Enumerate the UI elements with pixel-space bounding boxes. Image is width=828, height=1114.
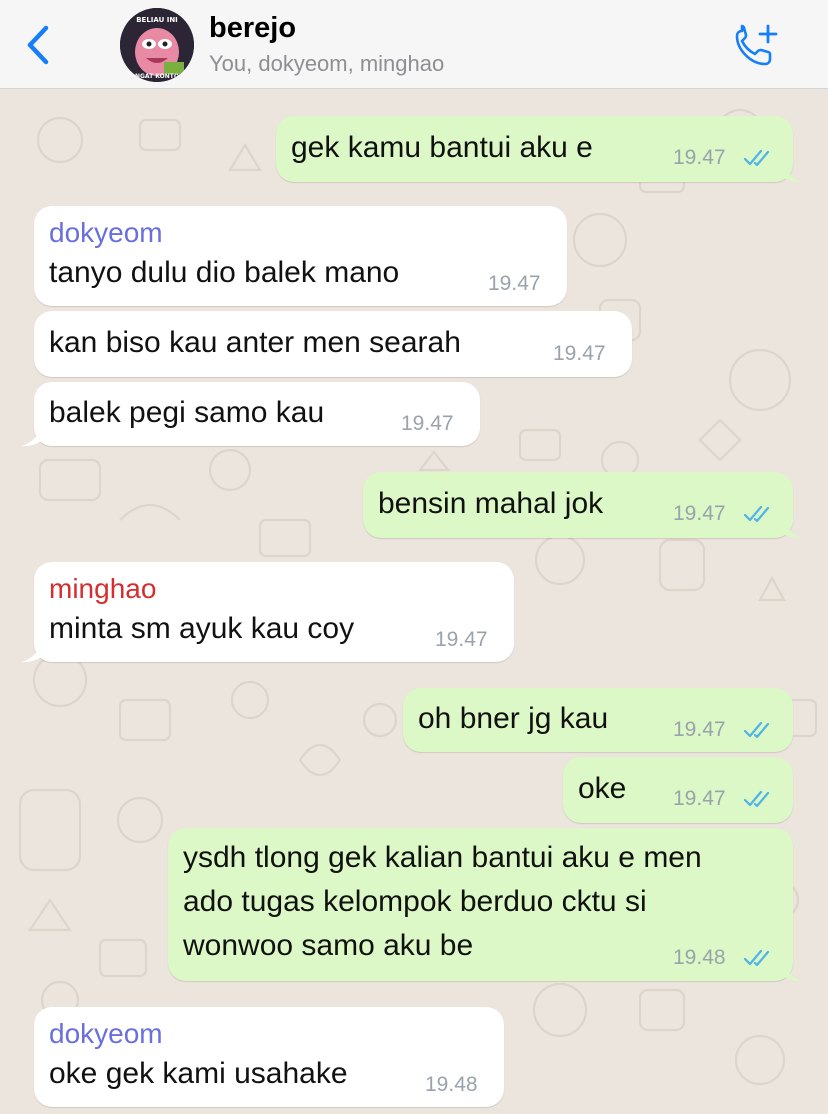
sender-name[interactable]: minghao [49,573,156,605]
message-text-line: ysdh tlong gek kalian bantui aku e men [183,841,702,874]
double-check-icon [743,505,770,523]
message-list[interactable]: gek kamu bantui aku e 19.47 dokyeom tany… [0,89,828,1114]
message-time: 19.47 [401,412,454,435]
sender-name[interactable]: dokyeom [49,217,163,249]
bubble-tail [782,518,802,538]
message-text: tanyo dulu dio balek mano [49,256,400,289]
message-bubble-incoming[interactable]: minghao minta sm ayuk kau coy 19.47 [22,562,514,662]
message-bubble-outgoing[interactable]: oke 19.47 [563,757,793,823]
message-text: gek kamu bantui aku e [291,131,593,164]
avatar-image: BELIAU INI NGAT KONTO [120,8,194,82]
message-time: 19.47 [673,718,726,741]
bubble-tail [782,961,802,981]
message-time: 19.48 [673,946,726,969]
bubble-tail [22,426,42,446]
chat-header: BELIAU INI NGAT KONTO berejo You, dokyeo… [0,0,828,89]
chat-title[interactable]: berejo [209,12,296,45]
group-avatar[interactable]: BELIAU INI NGAT KONTO [120,8,194,82]
sender-name[interactable]: dokyeom [49,1018,163,1050]
message-text: oke gek kami usahake [49,1057,348,1090]
message-time: 19.47 [553,342,606,365]
message-bubble-outgoing[interactable]: gek kamu bantui aku e 19.47 [276,116,802,182]
message-bubble-outgoing[interactable]: ysdh tlong gek kalian bantui aku e men a… [168,828,802,981]
message-text: oh bner jg kau [418,702,609,735]
message-text: kan biso kau anter men searah [49,326,461,359]
message-time: 19.47 [673,502,726,525]
double-check-icon [743,149,770,167]
avatar-caption-top: BELIAU INI [136,16,178,24]
message-time: 19.48 [425,1073,478,1096]
message-text-line: ado tugas kelompok berduo cktu si [183,885,647,918]
message-time: 19.47 [435,628,488,651]
bubble-tail [782,162,802,182]
message-bubble-incoming[interactable]: dokyeom tanyo dulu dio balek mano 19.47 [34,206,567,306]
double-check-icon [743,949,770,967]
message-text: bensin mahal jok [378,487,604,520]
message-bubble-incoming[interactable]: balek pegi samo kau 19.47 [22,382,480,446]
message-time: 19.47 [488,272,541,295]
add-call-icon[interactable] [732,22,782,68]
message-text: oke [578,772,627,805]
chat-participants[interactable]: You, dokyeom, minghao [209,51,444,77]
message-bubble-outgoing[interactable]: bensin mahal jok 19.47 [363,472,802,538]
message-text: balek pegi samo kau [49,396,325,429]
message-time: 19.47 [673,787,726,810]
double-check-icon [743,790,770,808]
message-bubble-incoming[interactable]: dokyeom oke gek kami usahake 19.48 [34,1007,504,1107]
double-check-icon [743,721,770,739]
message-time: 19.47 [673,146,726,169]
bubble-tail [22,642,42,662]
message-bubble-outgoing[interactable]: oh bner jg kau 19.47 [403,688,793,752]
chevron-left-icon[interactable] [22,22,56,68]
message-text-line: wonwoo samo aku be [183,929,474,962]
message-bubble-incoming[interactable]: kan biso kau anter men searah 19.47 [34,311,632,377]
avatar-caption-bottom: NGAT KONTO [135,73,179,80]
message-text: minta sm ayuk kau coy [49,612,355,645]
